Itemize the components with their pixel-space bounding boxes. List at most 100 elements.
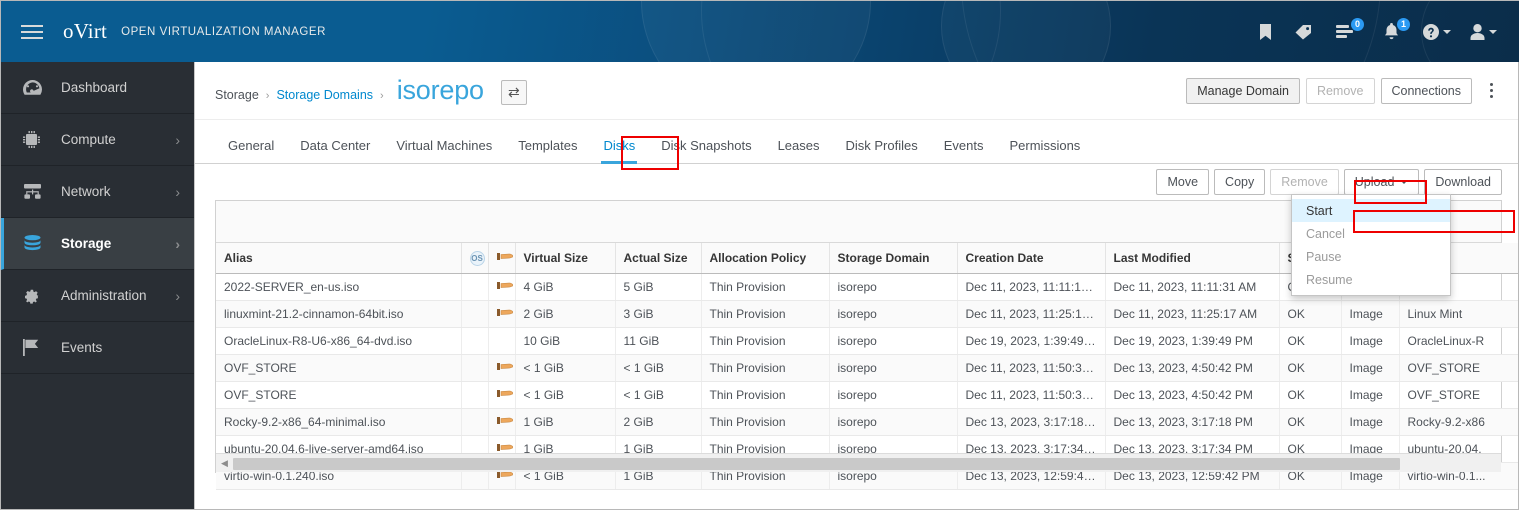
table-row[interactable]: OracleLinux-R8-U6-x86_64-dvd.iso 10 GiB 11… (216, 327, 1518, 355)
column-header-last-modified[interactable]: Last Modified (1105, 243, 1280, 274)
tab-events[interactable]: Events (931, 139, 997, 163)
sidebar-item-dashboard[interactable]: Dashboard (1, 62, 194, 114)
remove-domain-button: Remove (1305, 77, 1375, 104)
disk-allocation-policy: Thin Provision (701, 354, 830, 382)
help-icon[interactable] (1414, 12, 1460, 52)
disk-os (461, 327, 489, 355)
brand-logo-text: oVirt (63, 19, 108, 43)
tasks-icon[interactable]: 0 (1322, 12, 1368, 52)
brand-logo[interactable]: oVirt (63, 19, 107, 44)
tab-leases[interactable]: Leases (765, 139, 833, 163)
table-row[interactable]: Rocky-9.2-x86_64-minimal.iso 1 GiB 2 GiB Th… (216, 408, 1518, 436)
tab-disks[interactable]: Disks (590, 139, 648, 164)
tab-templates[interactable]: Templates (505, 139, 590, 163)
disk-virtual-size: 10 GiB (515, 327, 616, 355)
tag-icon[interactable] (1284, 12, 1322, 52)
copy-button[interactable]: Copy (1214, 169, 1266, 195)
scroll-left-arrow-icon[interactable]: ◀ (216, 455, 233, 472)
sidebar-item-storage[interactable]: Storage › (1, 218, 194, 270)
disk-last-modified: Dec 11, 2023, 11:25:17 AM (1105, 300, 1280, 328)
tab-disk-snapshots[interactable]: Disk Snapshots (648, 139, 764, 163)
column-header-creation-date[interactable]: Creation Date (957, 243, 1106, 274)
disk-storage-domain: isorepo (829, 354, 958, 382)
sidebar-item-network[interactable]: Network › (1, 166, 194, 218)
bookmark-icon[interactable] (1246, 12, 1284, 52)
hamburger-icon[interactable] (1, 1, 63, 62)
table-row[interactable]: OVF_STORE < 1 GiB < 1 GiB Thin Provision iso… (216, 381, 1518, 409)
tab-virtual-machines[interactable]: Virtual Machines (383, 139, 505, 163)
decorative-arc (641, 1, 871, 62)
column-header-allocation-policy[interactable]: Allocation Policy (701, 243, 830, 274)
column-header-virtual-size[interactable]: Virtual Size (515, 243, 616, 274)
notifications-badge: 1 (1397, 17, 1410, 31)
ovirt-admin-portal: oVirt OPEN VIRTUALIZATION MANAGER 0 1 Da… (0, 0, 1519, 510)
disk-storage-domain: isorepo (829, 381, 958, 409)
sidebar-item-compute[interactable]: Compute › (1, 114, 194, 166)
table-row[interactable]: OVF_STORE < 1 GiB < 1 GiB Thin Provision iso… (216, 354, 1518, 382)
scrollbar-track[interactable] (233, 457, 1501, 470)
disk-os (461, 300, 489, 328)
disk-creation-date: Dec 11, 2023, 11:11:17 ... (957, 273, 1106, 301)
disk-description: OVF_STORE (1399, 354, 1518, 382)
tab-general[interactable]: General (215, 139, 287, 163)
sidebar-item-events[interactable]: Events (1, 322, 194, 374)
storage-icon (23, 235, 51, 252)
masthead-right: 0 1 (1246, 1, 1506, 62)
tab-data-center[interactable]: Data Center (287, 139, 383, 163)
sidebar-item-administration[interactable]: Administration › (1, 270, 194, 322)
disk-allocation-policy: Thin Provision (701, 381, 830, 409)
disk-allocation-policy: Thin Provision (701, 408, 830, 436)
disks-toolbar: Move Copy Remove Upload Download Start C… (195, 164, 1518, 296)
page-actions: Manage Domain Remove Connections (1186, 77, 1502, 104)
connections-button[interactable]: Connections (1380, 77, 1472, 104)
notifications-bell-icon[interactable]: 1 (1368, 12, 1414, 52)
menu-item-start[interactable]: Start (1292, 199, 1450, 222)
sidebar-item-label: Compute (61, 132, 116, 147)
breadcrumb-separator: › (265, 90, 270, 102)
tab-permissions[interactable]: Permissions (997, 139, 1094, 163)
column-header-actual-size[interactable]: Actual Size (615, 243, 702, 274)
sidebar-item-label: Network (61, 184, 111, 199)
more-actions-icon[interactable] (1480, 78, 1502, 104)
disk-actual-size: < 1 GiB (615, 354, 702, 382)
manage-domain-button[interactable]: Manage Domain (1186, 77, 1300, 104)
main-content: Storage › Storage Domains › isorepo ⇄ Ma… (195, 62, 1518, 509)
column-header-alias[interactable]: Alias (216, 243, 462, 274)
flag-icon (23, 339, 51, 356)
bootable-icon (496, 282, 513, 289)
disk-alias: Rocky-9.2-x86_64-minimal.iso (216, 408, 462, 436)
column-header-bootable[interactable] (488, 243, 516, 274)
chevron-down-icon (1400, 180, 1409, 184)
disk-storage-domain: isorepo (829, 327, 958, 355)
disk-virtual-size: 1 GiB (515, 408, 616, 436)
move-button[interactable]: Move (1156, 169, 1210, 195)
sidebar-item-label: Storage (61, 236, 112, 251)
disk-os (461, 408, 489, 436)
table-row[interactable]: linuxmint-21.2-cinnamon-64bit.iso 2 GiB 3 … (216, 300, 1518, 328)
kebab-dot (1489, 83, 1493, 86)
disk-type: Image (1341, 354, 1400, 382)
column-header-storage-domain[interactable]: Storage Domain (829, 243, 958, 274)
upload-dropdown-menu: Start Cancel Pause Resume (1291, 194, 1451, 296)
breadcrumb-item-storage-domains[interactable]: Storage Domains (276, 88, 373, 102)
disk-last-modified: Dec 13, 2023, 4:50:42 PM (1105, 354, 1280, 382)
disk-type: Image (1341, 300, 1400, 328)
disk-bootable (488, 408, 516, 436)
breadcrumb-item-storage[interactable]: Storage (215, 88, 259, 102)
dashboard-icon (23, 80, 51, 95)
switch-entity-icon[interactable]: ⇄ (500, 80, 527, 105)
disk-last-modified: Dec 11, 2023, 11:11:31 AM (1105, 273, 1280, 301)
disk-virtual-size: < 1 GiB (515, 381, 616, 409)
column-header-os[interactable]: OS (461, 243, 489, 274)
horizontal-scrollbar[interactable]: ◀ (216, 453, 1501, 472)
upload-button[interactable]: Upload (1343, 169, 1420, 195)
disk-description: OracleLinux-R (1399, 327, 1518, 355)
tab-disk-profiles[interactable]: Disk Profiles (833, 139, 931, 163)
bootable-icon (496, 253, 513, 260)
user-icon[interactable] (1460, 12, 1506, 52)
bootable-icon (496, 417, 513, 424)
disk-storage-domain: isorepo (829, 273, 958, 301)
scrollbar-thumb[interactable] (233, 457, 1400, 470)
disk-actual-size: 3 GiB (615, 300, 702, 328)
download-button[interactable]: Download (1424, 169, 1502, 195)
